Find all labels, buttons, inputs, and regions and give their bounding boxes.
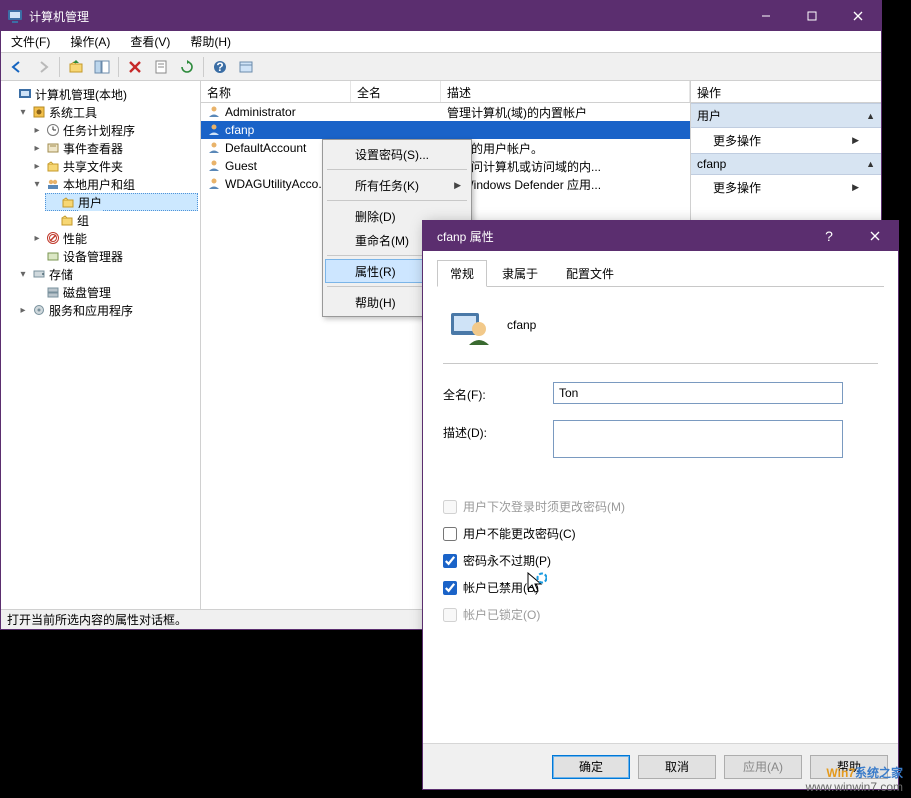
tree-disk-management[interactable]: 磁盘管理 bbox=[31, 283, 198, 301]
main-titlebar[interactable]: 计算机管理 bbox=[1, 1, 881, 31]
collapse-icon: ▲ bbox=[866, 159, 875, 169]
list-row-cfanp[interactable]: cfanp bbox=[201, 121, 690, 139]
menubar: 文件(F) 操作(A) 查看(V) 帮助(H) bbox=[1, 31, 881, 53]
tree-storage[interactable]: ▾存储 bbox=[17, 265, 198, 283]
tab-general[interactable]: 常规 bbox=[437, 260, 487, 287]
menu-file[interactable]: 文件(F) bbox=[5, 31, 56, 52]
help-button[interactable]: ? bbox=[208, 55, 232, 79]
app-icon bbox=[7, 8, 23, 24]
tree-groups[interactable]: 组 bbox=[45, 211, 198, 229]
dialog-titlebar[interactable]: cfanp 属性 ? bbox=[423, 221, 898, 251]
checkbox-locked: 帐户已锁定(O) bbox=[443, 606, 878, 623]
delete-button[interactable] bbox=[123, 55, 147, 79]
input-fullname[interactable] bbox=[553, 382, 843, 404]
checkbox-must-change: 用户下次登录时须更改密码(M) bbox=[443, 498, 878, 515]
svg-text:?: ? bbox=[216, 60, 223, 74]
nav-forward-button[interactable] bbox=[31, 55, 55, 79]
apply-button[interactable]: 应用(A) bbox=[724, 755, 802, 779]
checkbox-disabled[interactable]: 帐户已禁用(B) bbox=[443, 579, 878, 596]
dialog-close-button[interactable] bbox=[852, 221, 898, 251]
refresh-button[interactable] bbox=[175, 55, 199, 79]
tree-panel[interactable]: 计算机管理(本地) ▾系统工具 ▸任务计划程序 ▸事件查看器 ▸共享文件夹 ▾本… bbox=[1, 81, 201, 609]
checkbox-never-expire[interactable]: 密码永不过期(P) bbox=[443, 552, 878, 569]
dialog-tabs: 常规 隶属于 配置文件 bbox=[437, 259, 884, 287]
actions-group-cfanp[interactable]: cfanp▲ bbox=[691, 153, 881, 175]
user-icon bbox=[207, 104, 221, 121]
checkbox-cannot-change[interactable]: 用户不能更改密码(C) bbox=[443, 525, 878, 542]
actions-group-users[interactable]: 用户▲ bbox=[691, 103, 881, 128]
tree-local-users-groups[interactable]: ▾本地用户和组 bbox=[31, 175, 198, 193]
up-button[interactable] bbox=[64, 55, 88, 79]
submenu-icon: ▶ bbox=[852, 182, 859, 193]
tree-root[interactable]: 计算机管理(本地) bbox=[3, 85, 198, 103]
dialog-title: cfanp 属性 bbox=[429, 228, 806, 245]
tree-task-scheduler[interactable]: ▸任务计划程序 bbox=[31, 121, 198, 139]
column-description[interactable]: 描述 bbox=[441, 81, 690, 102]
ok-button[interactable]: 确定 bbox=[552, 755, 630, 779]
actions-more-cfanp[interactable]: 更多操作▶ bbox=[691, 175, 881, 200]
actions-header: 操作 bbox=[691, 81, 881, 103]
submenu-icon: ▶ bbox=[852, 135, 859, 146]
ctx-set-password[interactable]: 设置密码(S)... bbox=[325, 142, 469, 166]
label-description: 描述(D): bbox=[443, 420, 553, 441]
user-icon bbox=[207, 158, 221, 175]
tree-system-tools[interactable]: ▾系统工具 bbox=[17, 103, 198, 121]
list-row-administrator[interactable]: Administrator 管理计算机(域)的内置帐户 bbox=[201, 103, 690, 121]
user-icon bbox=[207, 122, 221, 139]
collapse-icon: ▲ bbox=[866, 111, 875, 121]
tree-services-apps[interactable]: ▸服务和应用程序 bbox=[17, 301, 198, 319]
tree-event-viewer[interactable]: ▸事件查看器 bbox=[31, 139, 198, 157]
tree-shared-folders[interactable]: ▸共享文件夹 bbox=[31, 157, 198, 175]
user-icon bbox=[207, 140, 221, 157]
column-name[interactable]: 名称 bbox=[201, 81, 351, 102]
menu-action[interactable]: 操作(A) bbox=[64, 31, 116, 52]
tree-users[interactable]: 用户 bbox=[45, 193, 198, 211]
minimize-button[interactable] bbox=[743, 1, 789, 31]
user-icon bbox=[207, 176, 221, 193]
maximize-button[interactable] bbox=[789, 1, 835, 31]
user-large-icon bbox=[449, 305, 489, 345]
menu-help[interactable]: 帮助(H) bbox=[184, 31, 237, 52]
label-fullname: 全名(F): bbox=[443, 382, 553, 403]
dialog-help-button[interactable]: ? bbox=[806, 221, 852, 251]
menu-view[interactable]: 查看(V) bbox=[124, 31, 176, 52]
toolbar: ? bbox=[1, 53, 881, 81]
actions-more-users[interactable]: 更多操作▶ bbox=[691, 128, 881, 153]
show-hide-tree-button[interactable] bbox=[90, 55, 114, 79]
nav-back-button[interactable] bbox=[5, 55, 29, 79]
properties-button[interactable] bbox=[149, 55, 173, 79]
column-fullname[interactable]: 全名 bbox=[351, 81, 441, 102]
tab-memberof[interactable]: 隶属于 bbox=[489, 260, 551, 287]
input-description[interactable] bbox=[553, 420, 843, 458]
watermark: Win7系统之家 www.winwin7.com bbox=[806, 765, 903, 794]
main-title: 计算机管理 bbox=[29, 8, 743, 25]
view-list-button[interactable] bbox=[234, 55, 258, 79]
tree-performance[interactable]: ▸性能 bbox=[31, 229, 198, 247]
tree-device-manager[interactable]: 设备管理器 bbox=[31, 247, 198, 265]
properties-dialog: cfanp 属性 ? 常规 隶属于 配置文件 cfanp 全名(F): bbox=[422, 220, 899, 790]
dialog-username: cfanp bbox=[507, 318, 536, 332]
cancel-button[interactable]: 取消 bbox=[638, 755, 716, 779]
ctx-all-tasks[interactable]: 所有任务(K) bbox=[325, 173, 469, 197]
tab-profile[interactable]: 配置文件 bbox=[553, 260, 627, 287]
close-button[interactable] bbox=[835, 1, 881, 31]
